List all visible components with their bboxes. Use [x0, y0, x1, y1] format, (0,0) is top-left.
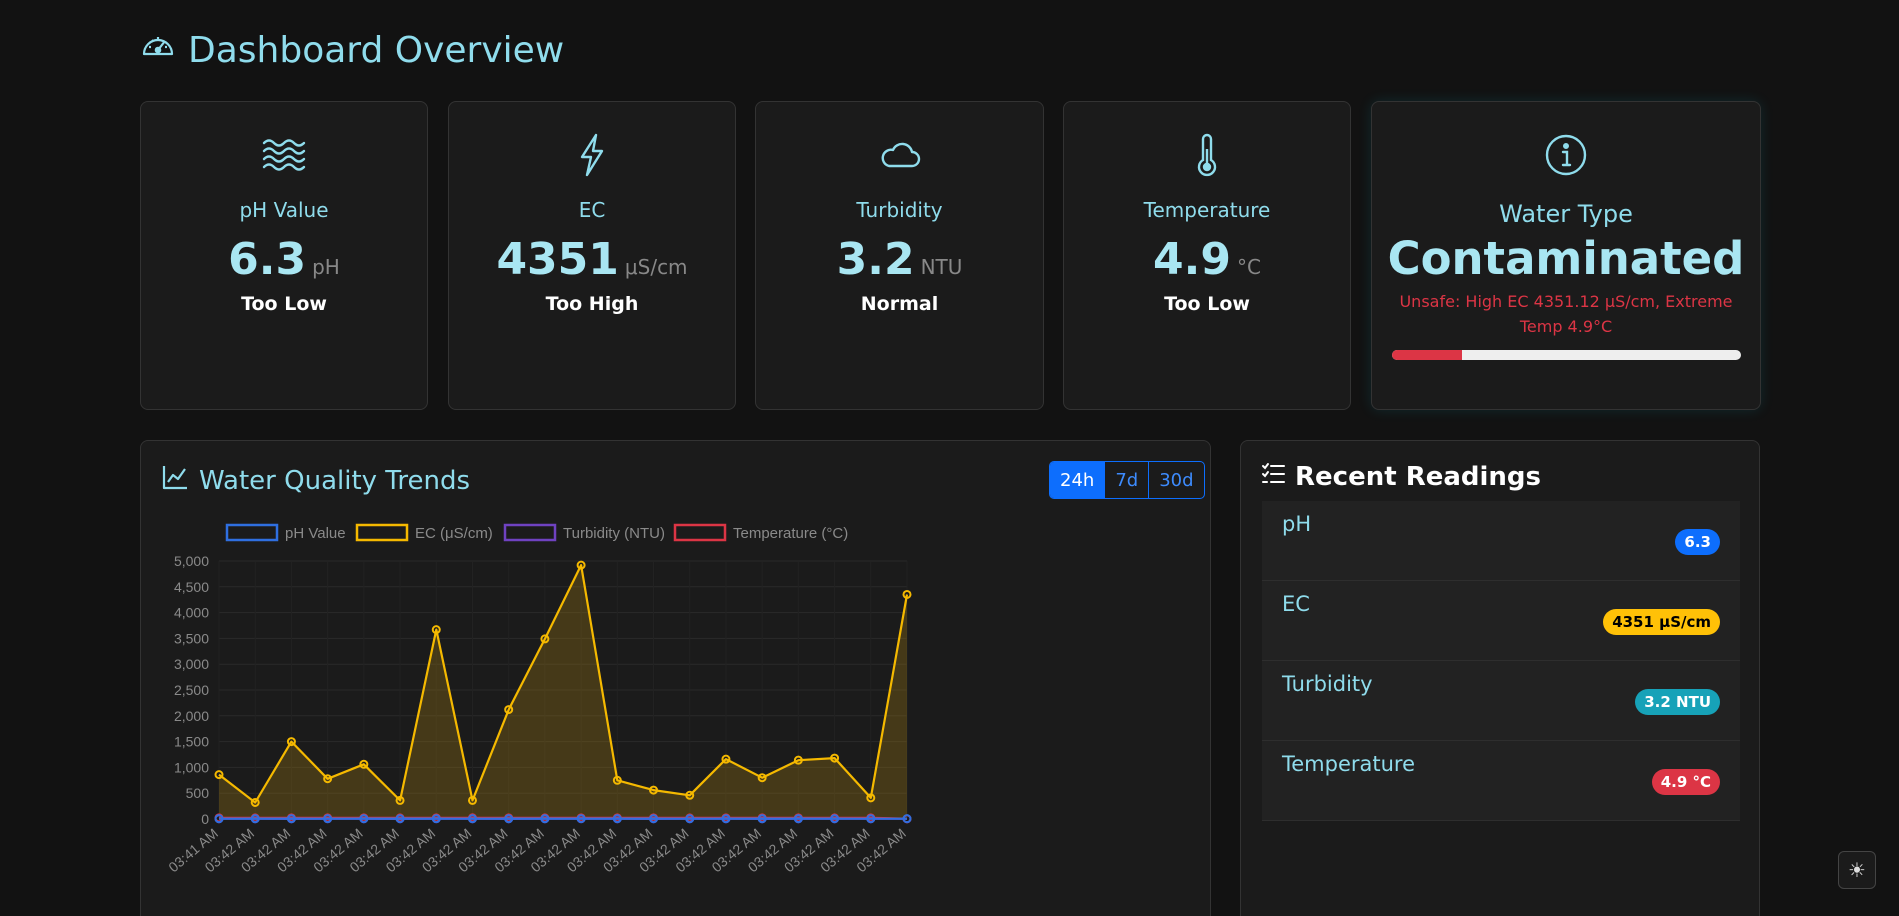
ph-label: pH Value	[239, 198, 329, 222]
reading-row-temperature: Temperature 4.9 °C	[1262, 741, 1740, 821]
range-7d-button[interactable]: 7d	[1104, 462, 1148, 498]
temperature-card: Temperature 4.9 °C Too Low	[1063, 101, 1351, 410]
recent-readings-panel: Recent Readings pH 6.3 EC 4351 μS/cm Tur…	[1240, 440, 1760, 916]
y-tick-label: 4,000	[174, 605, 209, 621]
temperature-unit: °C	[1236, 255, 1261, 279]
safety-progress-fill	[1392, 350, 1462, 360]
legend-label: Temperature (°C)	[733, 525, 848, 542]
ec-value: 4351	[496, 234, 619, 285]
water-quality-chart: 0 500 1,000 1,500 2,000 2,500 3,000 3,500 4,000 4…	[165, 523, 912, 875]
water-type-reason: Unsafe: High EC 4351.12 μS/cm, Extreme T…	[1399, 292, 1733, 336]
reading-row-turbidity: Turbidity 3.2 NTU	[1262, 661, 1740, 741]
legend-swatch	[225, 523, 279, 542]
reading-badge-ec: 4351 μS/cm	[1603, 609, 1720, 635]
page-title: Dashboard Overview	[140, 28, 564, 73]
temperature-status: Too Low	[1164, 293, 1250, 315]
range-30d-button[interactable]: 30d	[1148, 462, 1203, 498]
time-range-group: 24h 7d 30d	[1049, 461, 1205, 499]
ph-unit: pH	[312, 255, 340, 279]
recent-readings-title-text: Recent Readings	[1295, 461, 1542, 492]
ph-status: Too Low	[241, 293, 327, 315]
theme-toggle-button[interactable]: ☀	[1838, 851, 1876, 889]
temperature-value: 4.9	[1153, 234, 1231, 285]
y-tick-label: 500	[186, 785, 210, 801]
reading-row-ec: EC 4351 μS/cm	[1262, 581, 1740, 661]
reading-name: Temperature	[1282, 752, 1416, 776]
dashboard-page: Dashboard Overview pH Value 6.3 pH Too L…	[0, 0, 1899, 916]
turbidity-card: Turbidity 3.2 NTU Normal	[755, 101, 1044, 410]
turbidity-unit: NTU	[920, 255, 963, 279]
page-title-text: Dashboard Overview	[188, 30, 565, 71]
water-waves-icon	[141, 132, 427, 178]
legend-label: Turbidity (NTU)	[563, 525, 665, 542]
reading-name: pH	[1282, 512, 1312, 536]
y-tick-label: 3,000	[174, 656, 209, 672]
y-tick-label: 4,500	[174, 579, 209, 595]
y-tick-label: 1,500	[174, 734, 209, 750]
legend-label: pH Value	[285, 525, 346, 542]
recent-readings-title: Recent Readings	[1261, 461, 1541, 492]
reading-badge-ph: 6.3	[1675, 529, 1720, 555]
turbidity-status: Normal	[860, 293, 939, 315]
trends-panel: Water Quality Trends 24h 7d 30d 0 500 1,00…	[140, 440, 1211, 916]
ec-label: EC	[578, 198, 606, 222]
cloud-icon	[756, 132, 1043, 178]
safety-progress-bar	[1392, 350, 1741, 360]
sun-icon: ☀	[1848, 858, 1866, 882]
reading-badge-temperature: 4.9 °C	[1651, 769, 1720, 795]
reading-row-ph: pH 6.3	[1262, 501, 1740, 581]
range-24h-button[interactable]: 24h	[1050, 462, 1105, 498]
lightning-icon	[449, 132, 735, 178]
legend-swatch	[355, 523, 409, 542]
trends-title: Water Quality Trends	[161, 463, 470, 498]
legend-label: EC (μS/cm)	[415, 525, 493, 542]
y-tick-label: 5,000	[174, 553, 209, 569]
water-type-label: Water Type	[1499, 200, 1633, 228]
readings-list: pH 6.3 EC 4351 μS/cm Turbidity 3.2 NTU T…	[1262, 501, 1740, 821]
trends-title-text: Water Quality Trends	[199, 465, 470, 496]
ph-card: pH Value 6.3 pH Too Low	[140, 101, 428, 410]
legend-swatch	[673, 523, 727, 542]
info-icon	[1372, 132, 1760, 178]
line-chart-icon	[161, 463, 189, 498]
speedometer-icon	[140, 28, 176, 73]
y-tick-label: 3,500	[174, 630, 209, 646]
ph-value: 6.3	[228, 234, 307, 285]
reading-name: EC	[1282, 592, 1310, 616]
thermometer-icon	[1064, 132, 1350, 178]
water-type-value: Contaminated	[1387, 232, 1745, 285]
temperature-label: Temperature	[1143, 198, 1271, 222]
legend-swatch	[503, 523, 557, 542]
ec-status: Too High	[545, 293, 639, 315]
ec-unit: μS/cm	[624, 255, 688, 279]
y-tick-label: 0	[201, 811, 209, 827]
y-tick-label: 1,000	[174, 759, 209, 775]
reading-name: Turbidity	[1282, 672, 1373, 696]
reading-badge-turbidity: 3.2 NTU	[1635, 689, 1720, 715]
ec-card: EC 4351 μS/cm Too High	[448, 101, 736, 410]
y-tick-label: 2,000	[174, 708, 209, 724]
turbidity-label: Turbidity	[856, 198, 943, 222]
list-icon	[1261, 461, 1285, 492]
water-type-card: Water Type Contaminated Unsafe: High EC …	[1371, 101, 1761, 410]
turbidity-value: 3.2	[836, 234, 915, 285]
y-tick-label: 2,500	[174, 682, 209, 698]
